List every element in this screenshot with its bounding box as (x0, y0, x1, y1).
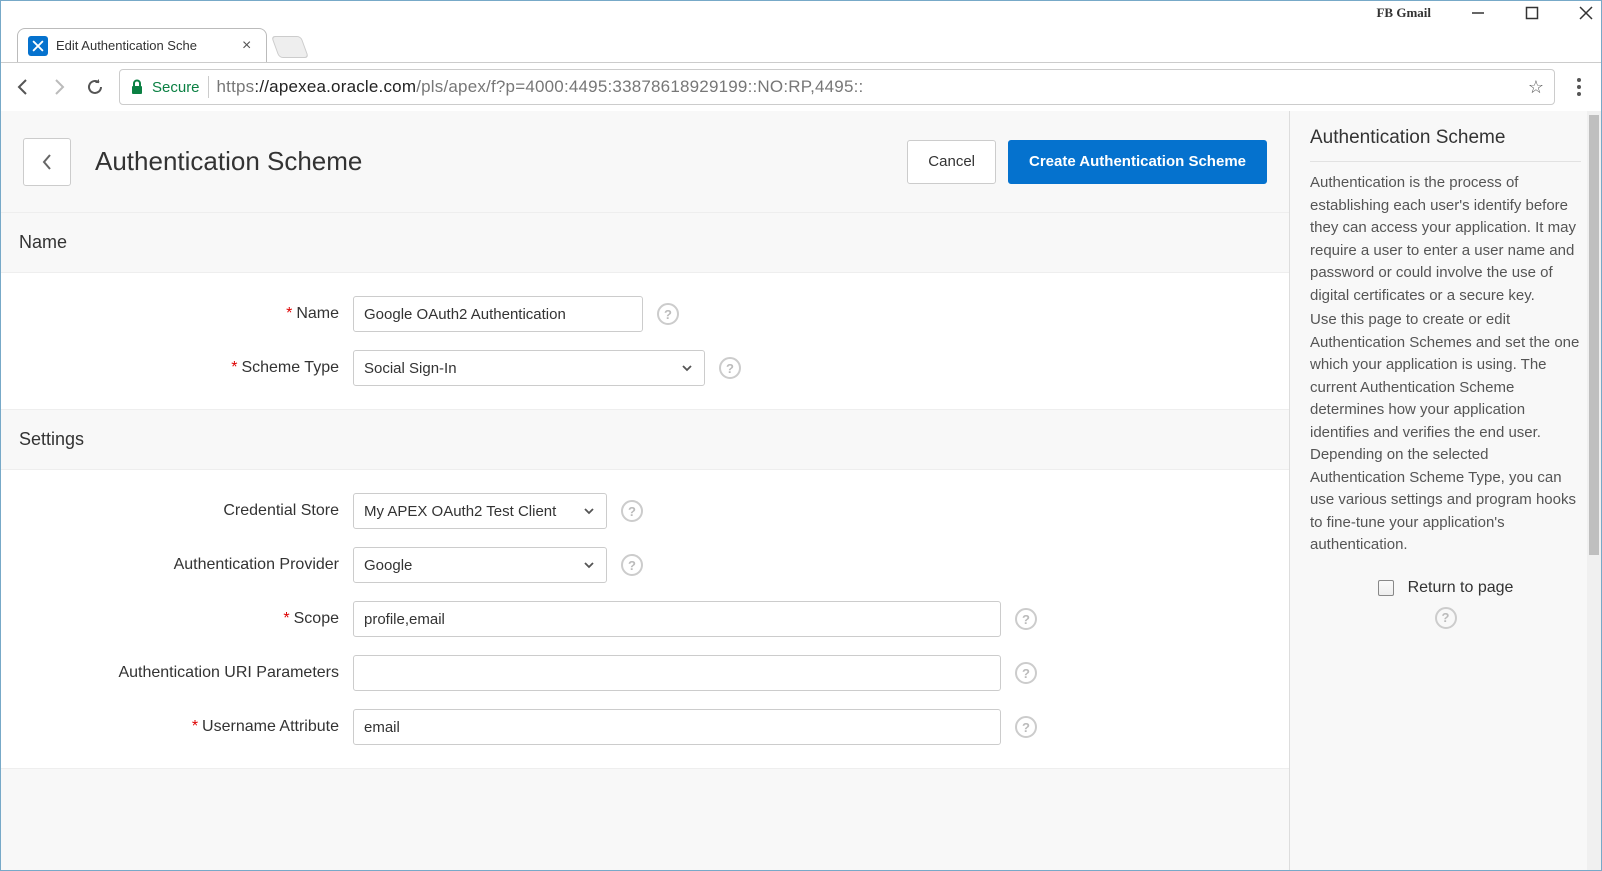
field-row-username-attr: *Username Attribute ? (1, 700, 1289, 754)
help-icon[interactable]: ? (1015, 608, 1037, 630)
secure-label: Secure (152, 79, 200, 96)
scheme-type-value: Social Sign-In (364, 360, 457, 377)
page-header: Authentication Scheme Cancel Create Auth… (1, 111, 1289, 213)
side-title: Authentication Scheme (1310, 127, 1581, 162)
auth-uri-params-input[interactable] (353, 655, 1001, 691)
side-paragraph-1: Authentication is the process of establi… (1310, 172, 1581, 307)
field-row-credential-store: Credential Store My APEX OAuth2 Test Cli… (1, 484, 1289, 538)
url-text: https://apexea.oracle.com/pls/apex/f?p=4… (217, 77, 864, 97)
help-icon[interactable]: ? (1435, 607, 1457, 629)
help-icon[interactable]: ? (621, 500, 643, 522)
field-row-scheme-type: *Scheme Type Social Sign-In ? (1, 341, 1289, 395)
window-titlebar: FB Gmail (1, 1, 1601, 25)
forward-button[interactable] (47, 75, 71, 99)
side-scrollbar[interactable] (1587, 111, 1601, 870)
label-name: *Name (1, 305, 353, 323)
label-username-attr: *Username Attribute (1, 718, 353, 736)
page-back-button[interactable] (23, 138, 71, 186)
help-icon[interactable]: ? (657, 303, 679, 325)
app-viewport: Authentication Scheme Cancel Create Auth… (1, 111, 1601, 870)
chevron-down-icon (680, 361, 694, 375)
browser-toolbar: Secure https://apexea.oracle.com/pls/ape… (1, 63, 1601, 111)
help-icon[interactable]: ? (621, 554, 643, 576)
chevron-down-icon (582, 558, 596, 572)
tab-title: Edit Authentication Sche (56, 38, 234, 53)
credential-store-value: My APEX OAuth2 Test Client (364, 503, 556, 520)
return-to-page-row: Return to page (1310, 579, 1581, 597)
return-to-page-label: Return to page (1408, 579, 1514, 597)
window-controls (1471, 6, 1593, 20)
new-tab-button[interactable] (271, 36, 309, 58)
field-row-auth-uri-params: Authentication URI Parameters ? (1, 646, 1289, 700)
main-panel: Authentication Scheme Cancel Create Auth… (1, 111, 1289, 870)
return-to-page-checkbox[interactable] (1378, 580, 1394, 596)
tab-close-icon[interactable]: × (242, 39, 256, 53)
field-row-name: *Name ? (1, 287, 1289, 341)
label-auth-provider: Authentication Provider (1, 556, 353, 574)
field-row-scope: *Scope ? (1, 592, 1289, 646)
browser-tabstrip: Edit Authentication Sche × (1, 25, 1601, 63)
field-row-auth-provider: Authentication Provider Google ? (1, 538, 1289, 592)
header-buttons: Cancel Create Authentication Scheme (907, 140, 1267, 184)
side-paragraph-2: Use this page to create or edit Authenti… (1310, 309, 1581, 557)
section-header-name: Name (1, 213, 1289, 273)
page-title: Authentication Scheme (95, 146, 883, 177)
scheme-type-select[interactable]: Social Sign-In (353, 350, 705, 386)
credential-store-select[interactable]: My APEX OAuth2 Test Client (353, 493, 607, 529)
section-body-settings: Credential Store My APEX OAuth2 Test Cli… (1, 470, 1289, 769)
side-panel: Authentication Scheme Authentication is … (1289, 111, 1601, 870)
lock-icon (130, 79, 144, 95)
help-icon[interactable]: ? (1015, 662, 1037, 684)
close-icon[interactable] (1579, 6, 1593, 20)
side-scrollbar-thumb[interactable] (1589, 115, 1599, 555)
label-scope: *Scope (1, 610, 353, 628)
extension-button[interactable]: FB Gmail (1376, 5, 1431, 21)
scope-input[interactable] (353, 601, 1001, 637)
label-scheme-type: *Scheme Type (1, 359, 353, 377)
name-input[interactable] (353, 296, 643, 332)
browser-menu-button[interactable] (1567, 75, 1591, 99)
minimize-icon[interactable] (1471, 6, 1485, 20)
maximize-icon[interactable] (1525, 6, 1539, 20)
username-attr-input[interactable] (353, 709, 1001, 745)
help-icon[interactable]: ? (1015, 716, 1037, 738)
back-button[interactable] (11, 75, 35, 99)
section-header-settings: Settings (1, 410, 1289, 470)
apex-favicon-icon (28, 36, 48, 56)
label-auth-uri-params: Authentication URI Parameters (1, 664, 353, 682)
cancel-button[interactable]: Cancel (907, 140, 996, 184)
side-help-row: ? (1310, 607, 1581, 629)
bookmark-star-icon[interactable]: ☆ (1528, 77, 1544, 98)
auth-provider-select[interactable]: Google (353, 547, 607, 583)
chevron-down-icon (582, 504, 596, 518)
section-body-name: *Name ? *Scheme Type Social Sign-In ? (1, 273, 1289, 410)
address-bar[interactable]: Secure https://apexea.oracle.com/pls/ape… (119, 69, 1555, 105)
help-icon[interactable]: ? (719, 357, 741, 379)
auth-provider-value: Google (364, 557, 412, 574)
browser-tab-active[interactable]: Edit Authentication Sche × (17, 28, 267, 62)
reload-button[interactable] (83, 75, 107, 99)
create-authentication-scheme-button[interactable]: Create Authentication Scheme (1008, 140, 1267, 184)
label-credential-store: Credential Store (1, 502, 353, 520)
addr-divider (208, 76, 209, 98)
